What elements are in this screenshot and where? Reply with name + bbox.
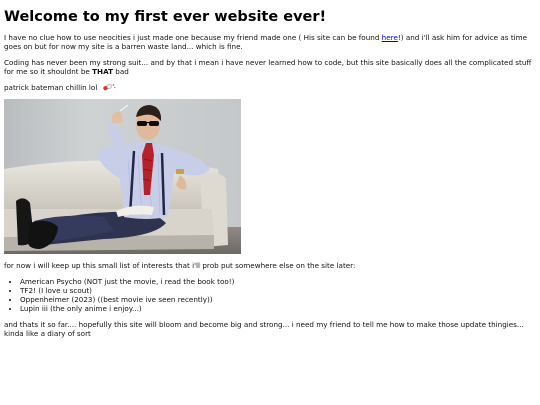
friend-site-link[interactable]: here: [382, 33, 398, 42]
patrick-bateman-photo: [4, 99, 241, 254]
intro-paragraph: I have no clue how to use neocities i ju…: [4, 33, 536, 51]
list-item: TF2! (I love u scout): [20, 286, 536, 295]
interests-list: American Psycho (NOT just the movie, i r…: [4, 277, 536, 313]
list-item: Lupin iii (the only anime i enjoy...): [20, 304, 536, 313]
photo-caption: patrick bateman chillin lol: [4, 83, 536, 92]
coding-text-start: Coding has never been my strong suit... …: [4, 58, 532, 76]
interests-intro: for now i will keep up this small list o…: [4, 261, 356, 270]
intro-text-start: I have no clue how to use neocities i ju…: [4, 33, 382, 42]
pill-emoji-icon: [102, 83, 116, 91]
photo-caption-text: patrick bateman chillin lol: [4, 83, 98, 92]
closing-paragraph: and thats it so far.... hopefully this s…: [4, 320, 524, 338]
coding-emphasis: THAT: [92, 67, 113, 76]
page-title: Welcome to my first ever website ever!: [4, 9, 327, 25]
list-item: Oppenheimer (2023) ((best movie ive seen…: [20, 295, 536, 304]
list-item: American Psycho (NOT just the movie, i r…: [20, 277, 536, 286]
coding-text-end: bad: [112, 67, 129, 76]
page: Welcome to my first ever website ever! I…: [0, 0, 540, 338]
coding-paragraph: Coding has never been my strong suit... …: [4, 58, 536, 76]
